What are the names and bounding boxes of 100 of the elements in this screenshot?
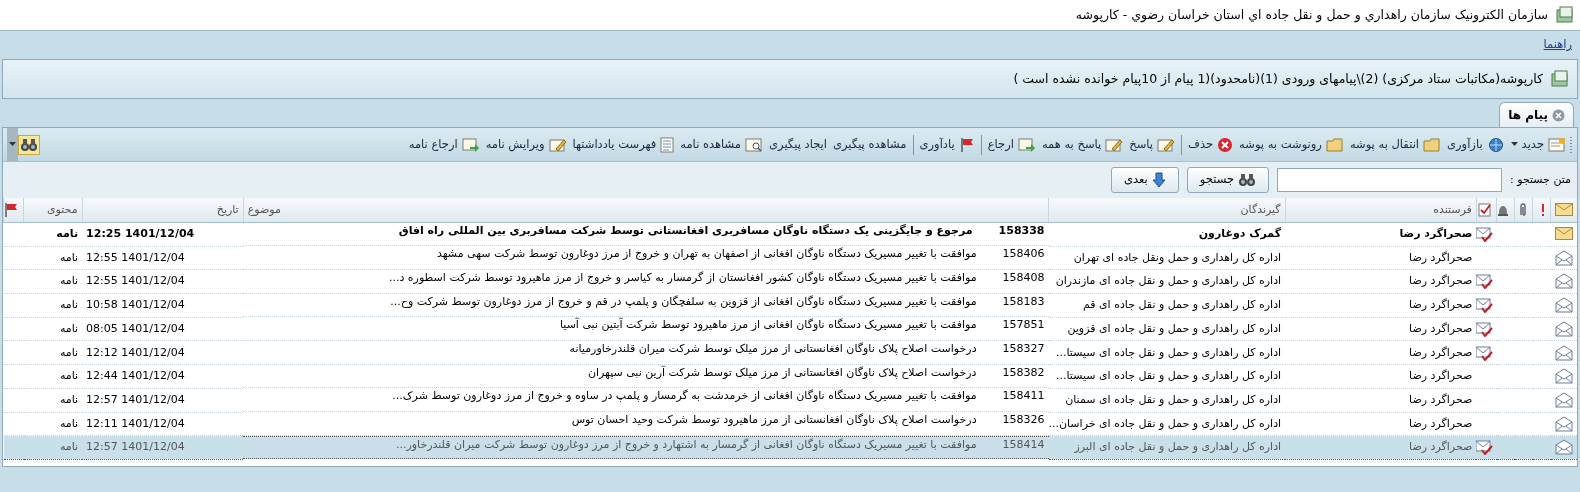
toolbar-button[interactable]: مشاهده پیگیری [830,133,910,156]
toolbar-button[interactable]: فهرست یادداشتها [569,133,678,156]
toolbar-button[interactable]: بازآوری [1444,133,1508,156]
paperclip-icon [1518,202,1529,217]
recipient-name: گمرک دوغارون [1198,226,1282,240]
exclamation-icon [1540,202,1547,217]
toolbar-button[interactable]: انتقال به پوشه [1346,133,1445,156]
letter-number: 158183 [1002,293,1045,310]
envelope-icon [1555,203,1573,216]
toolbar-button[interactable]: ویرایش نامه [482,133,570,156]
content-type: نامه [59,369,79,383]
sender-name: صحراگرد رضا [1409,369,1473,383]
subject-text: موافقت با تغییر مسیریک دستگاه ناوگان کشور افغانستان از گرمسار به کیاسر و خروج از مرز ماهیرود توسط شرکت اسطوره د... [388,269,977,286]
close-icon [1552,108,1565,122]
toolbar-button[interactable]: ارجاع نامه [405,133,483,156]
subject-text: موافقت با تغییر مسیریک دستگاه ناوگان افغانی از قزوین به سلفچگان و پلمپ در قم و خروج از مرز دوغارون توسط شرکت وح... [390,293,977,310]
subject-text: درخواست اصلاح پلاک ناوگان افغانستانی از مرز میلک توسط شرکت آرین نبی سپهران [587,364,977,381]
checklist-icon [1478,202,1492,217]
column-header[interactable]: فرستنده [1433,202,1472,216]
content-type: نامه [56,226,79,240]
recipient-name: اداره کل راهداری و حمل و نقل جاده ای قزوین [1067,321,1282,335]
new-document-icon [1548,136,1566,153]
sender-name: صحراگرد رضا [1409,392,1473,406]
binoculars-icon [1238,172,1256,188]
letter-number: 158406 [1002,246,1045,263]
toolbar-button[interactable]: ارجاع [984,133,1039,156]
folder-path: کارپوشه(مکاتبات ستاد مرکزی) (2)\پیامهای ورودی (1)(نامحدود)(1 پیام از 10پیام خوانده نشده است ) [1013,69,1543,89]
delete-icon [1217,136,1234,153]
recipient-name: اداره کل راهداری و حمل و نقل جاده ای سیستا... [1056,345,1282,359]
toolbar-button[interactable]: مشاهده نامه [677,133,767,156]
content-type: نامه [59,392,79,406]
recipient-name: اداره کل راهداری و حمل و نقل جاده ای مازندران [1055,274,1282,288]
toolbar-button[interactable]: حذف [1185,133,1237,156]
subject-text: موافقت با تغییر مسیریک دستگاه ناوگان افغانی از مرز ماهیرود توسط شرکت آبتین نبی آسیا [559,317,977,334]
subject-text: موافقت با تغییر مسیریک دستگاه ناوگان افغانی از گرمسار به اشتهارد و خروج از مرز دوغارون توسط شرکت میران قلندرخاور... [395,436,977,453]
flag-icon [3,201,20,218]
column-header[interactable]: تاریخ [216,202,239,216]
notes-list-icon [660,136,675,153]
sender-name: صحراگرد رضا [1409,440,1473,454]
search-toggle-button[interactable] [18,134,40,155]
letter-number: 157851 [1002,317,1045,334]
toolbar-button[interactable]: پاسخ [1126,133,1178,156]
toolbar-button[interactable]: جدید [1507,133,1569,156]
content-type: نامه [59,345,79,359]
reply-all-icon [1105,136,1124,153]
recipient-name: اداره کل راهداری و حمل و نقل جاده ای سمنان [1065,392,1282,406]
sender-name: صحراگرد رضا [1409,345,1473,359]
dropdown-button[interactable] [7,128,18,161]
search-button[interactable]: جستجو [1186,167,1269,193]
subject-text: مرجوع و جایگزینی یک دستگاه ناوگان مسافربری افغانستانی توسط شرکت مسافربری بین المللی راه افاق [398,222,973,239]
column-header[interactable]: موضوع [247,202,281,216]
globe-icon [1486,136,1505,153]
subject-text: موافقت با تغییر مسیریک دستگاه ناوگان افغانی از اصفهان به تهران و خروج از مرز دوغارون توسط شرکت سهی مشهد [437,246,977,263]
date-time: 1401/12/04 12:55 [86,250,185,264]
letter-number: 158327 [1002,340,1045,357]
content-type: نامه [59,250,79,264]
column-header[interactable]: گیرندگان [1240,202,1281,216]
date-time: 1401/12/04 12:44 [86,369,185,383]
sender-name: صحراگرد رضا [1409,298,1473,312]
letter-number: 158326 [1002,412,1045,428]
window-title: سازمان الکترونيک سازمان راهداري و حمل و نقل جاده اي استان خراسان رضوي - کارپوشه [1075,5,1548,25]
app-icon [1556,6,1574,24]
recipient-name: اداره کل راهداری و حمل و نقل جاده ای قم [1082,298,1282,312]
recipient-name: اداره کل راهداری و حمل و نقل جاده ای سیستا... [1056,369,1282,383]
toolbar-button[interactable]: یادآوری [916,133,978,156]
toolbar-button[interactable]: ایجاد پیگیری [766,133,830,156]
letter-number: 158414 [1002,436,1045,453]
letter-number: 158382 [1002,364,1045,381]
caret-icon [1510,142,1518,147]
caret-icon [9,142,16,147]
letter-number: 158408 [1002,269,1045,286]
content-type: نامه [59,440,79,454]
date-time: 1401/12/04 12:55 [86,274,185,288]
subject-text: درخواست اصلاح پلاک ناوگان افغانستانی از مرز ماهیرود توسط شرکت وحید احسان توس [571,412,977,428]
tab[interactable]: پیام ها [1499,102,1574,127]
subject-text: درخواست اصلاح پلاک ناوگان افغانستانی از مرز میلک توسط شرکت میران قلندرخاورمیانه [569,340,977,357]
forward-letter-icon [461,136,480,153]
toolbar-button[interactable]: پاسخ به همه [1038,133,1127,156]
sender-name: صحراگرد رضا [1409,321,1473,335]
flag-icon [958,136,975,153]
binoculars-icon [20,136,38,153]
date-time: 1401/12/04 12:12 [86,345,185,359]
recipient-name: اداره کل راهداری و حمل و نقل جاده ای خراسان... [1048,416,1282,430]
content-type: نامه [59,416,79,430]
folder-copy-icon [1325,136,1344,153]
date-time: 1401/12/04 12:11 [86,416,185,430]
date-time: 1401/12/04 12:57 [86,392,185,406]
help-link[interactable]: راهنما [1543,36,1572,54]
next-button[interactable]: بعدی [1111,167,1179,193]
magnifier-document-icon [745,136,764,153]
table-row[interactable] [3,269,1577,294]
down-arrow-icon [1151,172,1166,188]
search-label: متن جستجو : [1510,171,1571,188]
toolbar-button[interactable]: رونوشت به پوشه [1236,133,1347,156]
reply-icon [1157,136,1175,153]
grip-icon [1569,135,1573,154]
recipient-name: اداره کل راهداری و حمل ونقل جاده ای تهران [1073,250,1282,264]
date-time: 1401/12/04 12:57 [86,440,185,454]
sender-name: صحراگرد رضا [1409,250,1473,264]
search-field[interactable] [1277,168,1502,192]
